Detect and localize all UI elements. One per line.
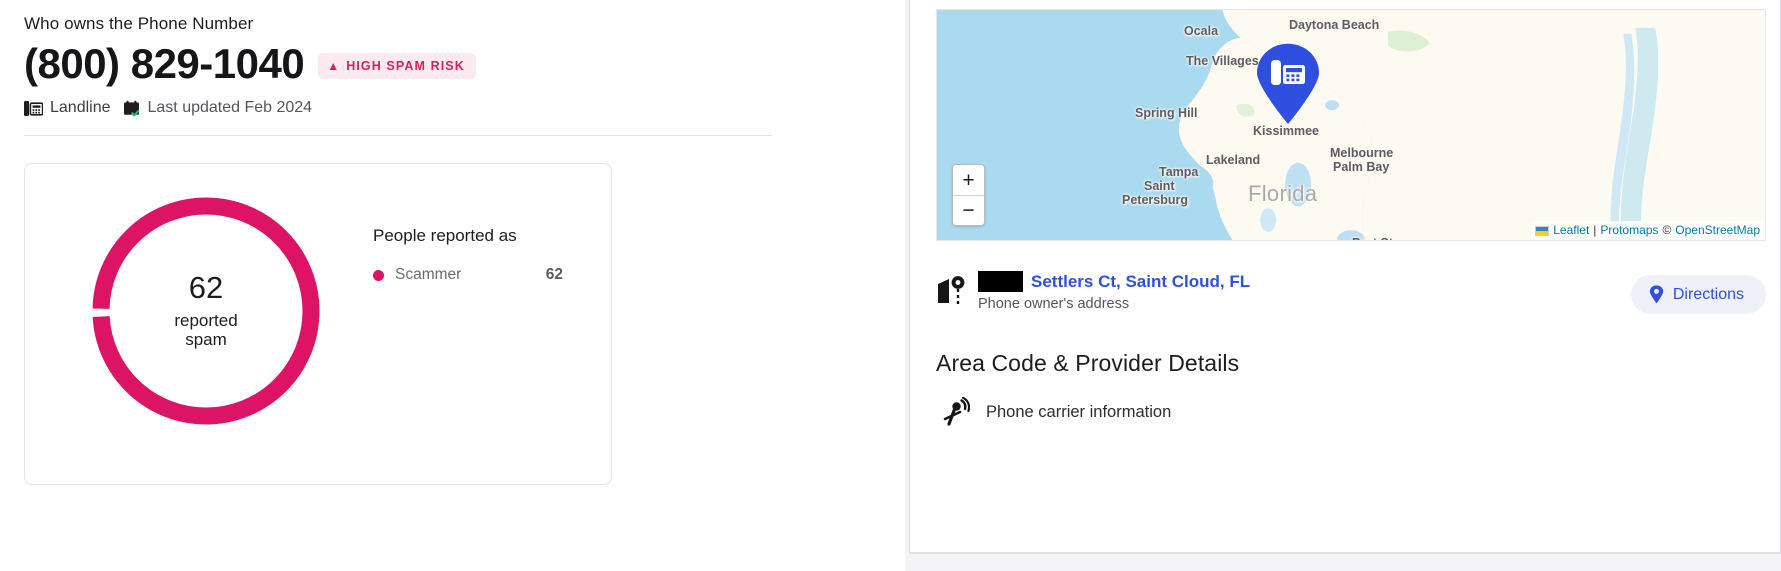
map-city-label: Petersburg bbox=[1122, 193, 1188, 207]
donut-caption-line2: spam bbox=[185, 330, 227, 350]
donut-center-label: 62 reported spam bbox=[83, 188, 329, 434]
map-city-label: Ocala bbox=[1184, 24, 1219, 38]
map-pin-icon bbox=[1649, 285, 1664, 304]
phone-header-row: (800) 829-1040 ▲ HIGH SPAM RISK bbox=[24, 40, 880, 87]
line-type-item: Landline bbox=[24, 99, 111, 117]
donut-center-caption: reported spam bbox=[174, 311, 237, 350]
status-badge-label: HIGH SPAM RISK bbox=[346, 58, 465, 73]
map-city-label: Tampa bbox=[1159, 165, 1199, 179]
building-location-pin-icon bbox=[936, 273, 966, 305]
map-city-label: Melbourne bbox=[1330, 146, 1394, 160]
map-attribution: Leaflet | Protomaps © OpenStreetMap bbox=[1531, 221, 1765, 240]
directions-button-label: Directions bbox=[1672, 285, 1744, 303]
attribution-separator: | bbox=[1593, 223, 1597, 237]
left-column: Who owns the Phone Number (800) 829-1040… bbox=[0, 0, 905, 571]
map-city-label: Saint bbox=[1144, 179, 1175, 193]
map-city-label: Lakeland bbox=[1206, 153, 1261, 167]
directions-button[interactable]: Directions bbox=[1630, 275, 1766, 314]
leaflet-link[interactable]: Leaflet bbox=[1553, 223, 1589, 238]
address-sublabel: Phone owner's address bbox=[978, 296, 1130, 312]
calendar-check-icon bbox=[123, 100, 141, 117]
address-link[interactable]: Settlers Ct, Saint Cloud, FL bbox=[1031, 272, 1250, 292]
donut-caption-line1: reported bbox=[174, 310, 238, 330]
landline-phone-icon bbox=[24, 100, 43, 117]
protomaps-link[interactable]: Protomaps bbox=[1600, 223, 1658, 238]
carrier-info-row: Phone carrier information bbox=[936, 396, 1172, 427]
map-city-label: The Villages bbox=[1186, 54, 1259, 68]
legend-item-label: Scammer bbox=[395, 266, 462, 284]
area-code-section-title: Area Code & Provider Details bbox=[936, 350, 1240, 376]
legend-item-count: 62 bbox=[545, 266, 563, 284]
address-left: Settlers Ct, Saint Cloud, FL Phone owner… bbox=[936, 269, 1250, 312]
landline-phone-pin-icon[interactable] bbox=[1255, 43, 1321, 125]
legend-title: People reported as bbox=[373, 226, 517, 246]
map-city-label: Port St. bbox=[1352, 236, 1396, 240]
map-city-label: Spring Hill bbox=[1135, 106, 1198, 120]
map-state-label: Florida bbox=[1248, 181, 1318, 206]
header-divider bbox=[24, 135, 772, 137]
address-row: Settlers Ct, Saint Cloud, FL Phone owner… bbox=[936, 269, 1766, 314]
map-city-label: Daytona Beach bbox=[1289, 18, 1380, 32]
map-city-label: Palm Bay bbox=[1333, 160, 1390, 174]
map-zoom-controls[interactable]: + − bbox=[952, 164, 985, 226]
page-subtitle: Who owns the Phone Number bbox=[24, 14, 254, 33]
phone-lookup-page: Who owns the Phone Number (800) 829-1040… bbox=[0, 0, 1781, 571]
phone-meta-row: Landline Last updated Feb 2024 bbox=[24, 99, 880, 117]
panel-bottom-divider bbox=[910, 552, 1780, 553]
spam-reports-chart-card: 62 reported spam People reported as Scam… bbox=[24, 163, 612, 486]
address-line: Settlers Ct, Saint Cloud, FL bbox=[978, 271, 1250, 292]
attribution-copyright: © bbox=[1662, 223, 1672, 237]
location-map[interactable]: Ocala Daytona Beach The Villages Spring … bbox=[936, 9, 1766, 241]
last-updated-item: Last updated Feb 2024 bbox=[123, 99, 313, 117]
page-title-phone-number: (800) 829-1040 bbox=[24, 40, 305, 87]
carrier-info-label: Phone carrier information bbox=[986, 402, 1172, 421]
address-texts: Settlers Ct, Saint Cloud, FL Phone owner… bbox=[978, 269, 1250, 312]
status-badge-high-spam-risk: ▲ HIGH SPAM RISK bbox=[318, 52, 476, 79]
last-updated-label: Last updated Feb 2024 bbox=[147, 99, 313, 117]
signal-tower-icon bbox=[936, 396, 971, 427]
legend-item-scammer: Scammer 62 bbox=[373, 266, 563, 284]
map-city-label: Kissimmee bbox=[1253, 124, 1320, 138]
location-panel: Ocala Daytona Beach The Villages Spring … bbox=[909, 0, 1781, 554]
map-zoom-out-button[interactable]: − bbox=[953, 195, 984, 225]
chart-legend: People reported as Scammer 62 bbox=[373, 226, 563, 284]
line-type-label: Landline bbox=[50, 99, 111, 117]
map-zoom-in-button[interactable]: + bbox=[953, 165, 984, 195]
right-column: Ocala Daytona Beach The Villages Spring … bbox=[905, 0, 1781, 571]
ukraine-flag-icon bbox=[1535, 225, 1550, 236]
donut-chart: 62 reported spam bbox=[83, 188, 329, 434]
donut-center-value: 62 bbox=[188, 270, 224, 306]
warning-triangle-icon: ▲ bbox=[327, 58, 341, 73]
redacted-street-number bbox=[978, 271, 1023, 292]
legend-color-swatch bbox=[373, 269, 384, 281]
openstreetmap-link[interactable]: OpenStreetMap bbox=[1675, 223, 1760, 238]
